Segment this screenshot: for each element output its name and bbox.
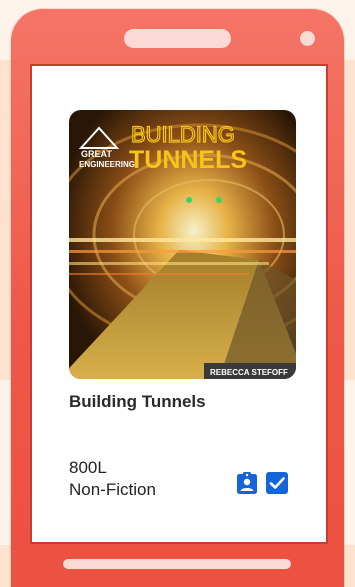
phone-camera [300, 31, 315, 46]
book-cover-image: GREAT ENGINEERING BUILDING TUNNELS REBEC… [69, 110, 296, 379]
phone-speaker [124, 29, 231, 48]
lexile-level: 800L [69, 458, 107, 477]
cover-series-line2: ENGINEERING [79, 160, 135, 169]
clipboard-person-icon[interactable] [235, 471, 259, 495]
book-cover[interactable]: GREAT ENGINEERING BUILDING TUNNELS REBEC… [69, 110, 296, 379]
cover-title-line1: BUILDING [131, 122, 235, 147]
cover-author: REBECCA STEFOFF [210, 368, 288, 377]
cover-title-line2: TUNNELS [129, 146, 247, 174]
book-title[interactable]: Building Tunnels [69, 392, 206, 412]
book-card[interactable]: GREAT ENGINEERING BUILDING TUNNELS REBEC… [30, 64, 328, 544]
phone-frame: GREAT ENGINEERING BUILDING TUNNELS REBEC… [11, 9, 344, 587]
phone-home-bar [63, 559, 291, 569]
book-genre: Non-Fiction [69, 480, 156, 499]
cover-series-line1: GREAT [81, 149, 112, 159]
checkbox-checked-icon[interactable] [265, 471, 289, 495]
book-status-icons [235, 471, 289, 495]
